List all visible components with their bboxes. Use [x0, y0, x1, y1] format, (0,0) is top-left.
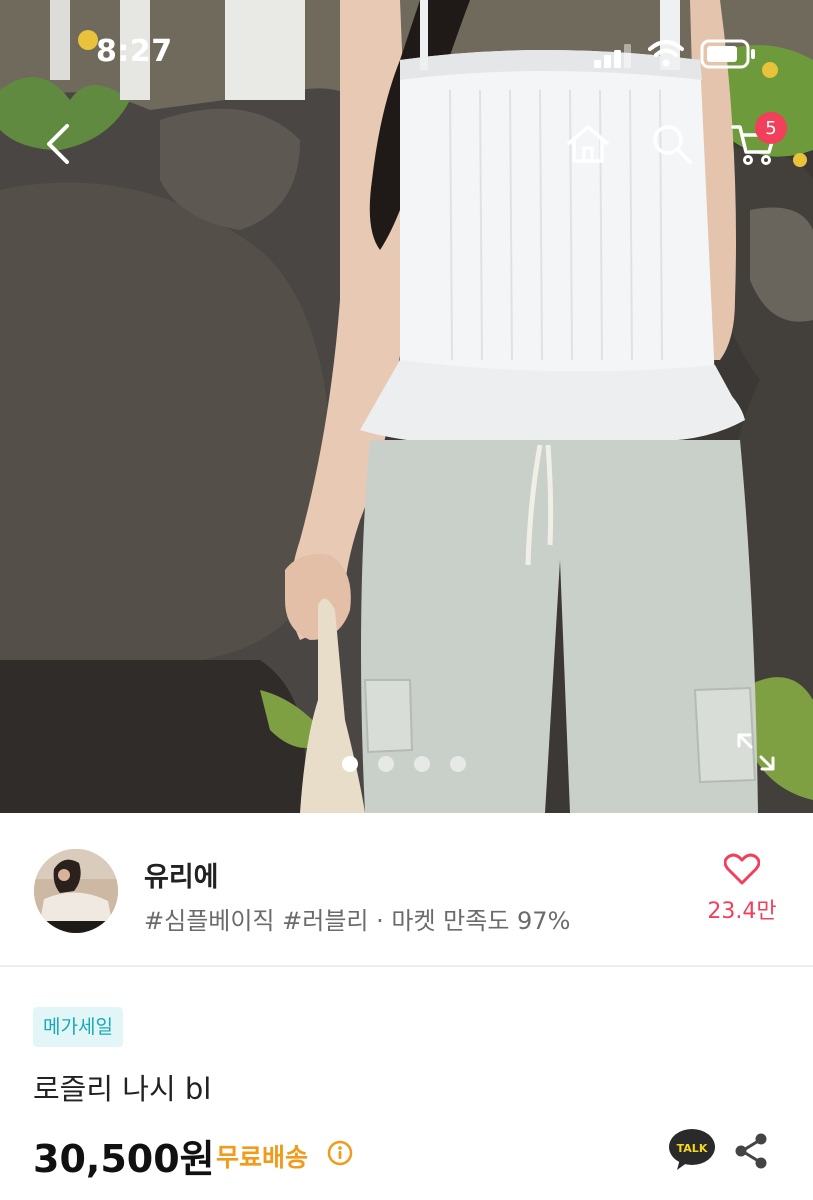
like-count: 23.4만: [707, 899, 777, 924]
shop-name[interactable]: 유리에: [144, 855, 219, 894]
search-icon: [653, 125, 692, 164]
share-icon[interactable]: [733, 1132, 769, 1170]
product-photo[interactable]: 8:27 5: [0, 0, 813, 813]
signal-icon: [594, 44, 631, 68]
like-button[interactable]: 23.4만: [700, 853, 784, 937]
product-price: 30,500원: [33, 1137, 215, 1181]
expand-icon[interactable]: [736, 732, 776, 772]
shop-avatar-image: [34, 849, 118, 933]
chevron-left-icon: [47, 124, 69, 164]
wifi-icon: [648, 40, 684, 67]
home-button[interactable]: [560, 116, 616, 172]
pager-dot[interactable]: [414, 756, 430, 772]
sale-badge: 메가세일: [33, 1007, 123, 1047]
battery-icon: [700, 39, 755, 69]
pager-dot[interactable]: [378, 756, 394, 772]
cart-count-badge: 5: [755, 112, 787, 144]
search-button[interactable]: [644, 116, 700, 172]
gallery-pager: [342, 756, 466, 772]
shop-tags: #심플베이직 #러블리 · 마켓 만족도 97%: [144, 907, 571, 935]
pager-dot[interactable]: [342, 756, 358, 772]
status-time: 8:27: [96, 34, 173, 69]
status-bar: 8:27: [0, 0, 813, 100]
shop-info: 유리에 #심플베이직 #러블리 · 마켓 만족도 97% 23.4만: [0, 813, 813, 967]
svg-text:TALK: TALK: [677, 1142, 708, 1155]
shipping-label: 무료배송: [216, 1143, 309, 1172]
heart-icon: [724, 853, 760, 885]
pager-dot[interactable]: [450, 756, 466, 772]
info-icon[interactable]: [327, 1140, 353, 1166]
shop-avatar[interactable]: [34, 849, 118, 933]
kakao-talk-icon[interactable]: TALK: [668, 1128, 716, 1172]
home-icon: [567, 125, 609, 163]
back-button[interactable]: [30, 116, 86, 172]
product-title: 로즐리 나시 bl: [33, 1072, 212, 1106]
